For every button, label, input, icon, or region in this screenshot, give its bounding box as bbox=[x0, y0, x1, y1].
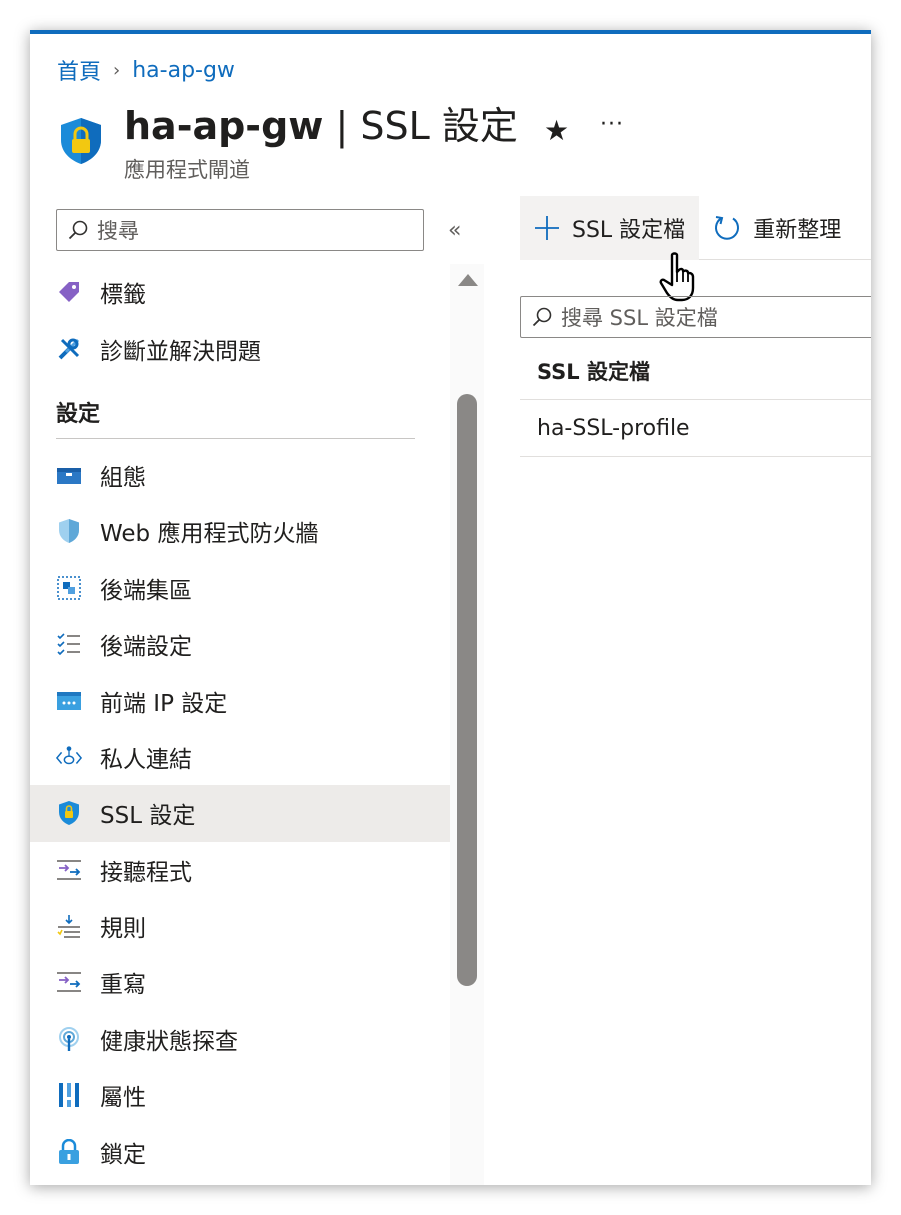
nav-item-label: 健康狀態探查 bbox=[100, 1028, 238, 1055]
ssl-profile-name[interactable]: ha-SSL-profile bbox=[537, 416, 690, 441]
nav-item-rewrites[interactable]: 重寫 bbox=[30, 954, 450, 1010]
breadcrumb: 首頁 › ha-ap-gw bbox=[57, 54, 235, 86]
app-window: 首頁 › ha-ap-gw ha-ap-gw | SSL 設定 應用程式閘道 ★… bbox=[30, 30, 871, 1185]
nav-item-properties[interactable]: 屬性 bbox=[30, 1067, 450, 1123]
nav-item-ssl-settings[interactable]: SSL 設定 bbox=[30, 785, 450, 842]
collapse-menu-icon[interactable]: « bbox=[448, 218, 461, 243]
nav-section-label: 設定 bbox=[56, 401, 101, 427]
ssl-profiles-table: SSL 設定檔 ha-SSL-profile bbox=[520, 342, 871, 457]
tag-icon bbox=[56, 279, 82, 305]
ssl-shield-icon bbox=[56, 800, 82, 826]
nav-item-label: 後端集區 bbox=[100, 577, 192, 604]
nav-item-backend-settings[interactable]: 後端設定 bbox=[30, 616, 450, 672]
nav-item-label: Web 應用程式防火牆 bbox=[100, 521, 319, 548]
nav-item-label: 規則 bbox=[100, 916, 146, 943]
more-options-icon[interactable]: ··· bbox=[600, 112, 624, 137]
nav-item-health-probes[interactable]: 健康狀態探查 bbox=[30, 1011, 450, 1067]
nav-item-waf[interactable]: Web 應用程式防火牆 bbox=[30, 503, 450, 559]
resource-menu: 標籤 診斷並解決問題 設定 組態 Web 應用程式防火牆 後端集區 後端設定 前… bbox=[30, 264, 450, 1180]
health-probe-icon bbox=[56, 1026, 82, 1052]
wrench-icon bbox=[56, 336, 82, 362]
rewrite-icon bbox=[56, 969, 82, 995]
nav-item-label: 私人連結 bbox=[100, 746, 192, 773]
table-row[interactable]: ha-SSL-profile bbox=[520, 400, 871, 457]
refresh-button[interactable]: 重新整理 bbox=[699, 196, 855, 260]
add-ssl-profile-button[interactable]: SSL 設定檔 bbox=[520, 195, 700, 260]
private-link-icon bbox=[56, 744, 82, 770]
app-gateway-shield-icon bbox=[61, 118, 101, 164]
nav-item-label: 診斷並解決問題 bbox=[100, 338, 261, 365]
search-icon bbox=[532, 307, 552, 327]
add-ssl-profile-label: SSL 設定檔 bbox=[572, 217, 686, 243]
nav-item-private-link[interactable]: 私人連結 bbox=[30, 729, 450, 785]
nav-item-tags[interactable]: 標籤 bbox=[30, 264, 450, 320]
nav-item-diagnose[interactable]: 診斷並解決問題 bbox=[30, 320, 450, 376]
nav-item-label: 接聽程式 bbox=[100, 859, 192, 886]
page-title: ha-ap-gw | SSL 設定 bbox=[124, 104, 518, 148]
nav-section-settings: 設定 bbox=[30, 377, 450, 447]
nav-item-label: 標籤 bbox=[100, 282, 146, 309]
nav-item-label: SSL 設定 bbox=[100, 803, 196, 830]
properties-icon bbox=[56, 1082, 82, 1108]
scroll-up-arrow-icon[interactable] bbox=[458, 274, 478, 286]
ssl-profile-search-input[interactable]: 搜尋 SSL 設定檔 bbox=[520, 296, 871, 338]
rules-icon bbox=[56, 913, 82, 939]
frontend-ip-icon bbox=[56, 688, 82, 714]
plus-icon bbox=[535, 215, 559, 240]
favorite-star-icon[interactable]: ★ bbox=[544, 114, 569, 147]
page-subtitle: 應用程式閘道 bbox=[124, 158, 250, 182]
nav-item-rules[interactable]: 規則 bbox=[30, 898, 450, 954]
configuration-icon bbox=[56, 462, 82, 488]
column-header-ssl-profile: SSL 設定檔 bbox=[537, 359, 650, 384]
section-divider bbox=[56, 437, 415, 439]
nav-item-label: 重寫 bbox=[100, 972, 146, 999]
breadcrumb-home-link[interactable]: 首頁 bbox=[57, 54, 101, 86]
nav-scrollbar[interactable] bbox=[450, 264, 484, 1185]
nav-item-frontend-ip[interactable]: 前端 IP 設定 bbox=[30, 672, 450, 728]
listener-icon bbox=[56, 857, 82, 883]
nav-item-listeners[interactable]: 接聽程式 bbox=[30, 842, 450, 898]
nav-item-label: 前端 IP 設定 bbox=[100, 690, 228, 717]
backend-pool-icon bbox=[56, 575, 82, 601]
command-bar: SSL 設定檔 重新整理 bbox=[520, 195, 871, 260]
nav-item-label: 鎖定 bbox=[100, 1141, 146, 1168]
nav-item-configuration[interactable]: 組態 bbox=[30, 447, 450, 503]
table-header[interactable]: SSL 設定檔 bbox=[520, 342, 871, 400]
refresh-icon bbox=[715, 215, 740, 240]
breadcrumb-separator: › bbox=[113, 59, 121, 81]
breadcrumb-current-link[interactable]: ha-ap-gw bbox=[132, 58, 235, 83]
refresh-label: 重新整理 bbox=[753, 217, 842, 243]
nav-item-label: 組態 bbox=[100, 464, 146, 491]
nav-item-backend-pools[interactable]: 後端集區 bbox=[30, 560, 450, 616]
backend-settings-icon bbox=[56, 631, 82, 657]
nav-search-input[interactable]: 搜尋 bbox=[56, 209, 424, 251]
lock-icon bbox=[56, 1138, 82, 1165]
nav-item-label: 後端設定 bbox=[100, 634, 192, 661]
nav-item-locks[interactable]: 鎖定 bbox=[30, 1123, 450, 1179]
ssl-profile-search-placeholder: 搜尋 SSL 設定檔 bbox=[561, 306, 718, 330]
nav-item-label: 屬性 bbox=[100, 1085, 146, 1112]
scroll-thumb[interactable] bbox=[457, 394, 477, 986]
waf-shield-icon bbox=[56, 518, 82, 544]
nav-search-placeholder: 搜尋 bbox=[97, 219, 139, 243]
search-icon bbox=[68, 220, 88, 240]
page-header: ha-ap-gw | SSL 設定 應用程式閘道 bbox=[58, 104, 518, 184]
